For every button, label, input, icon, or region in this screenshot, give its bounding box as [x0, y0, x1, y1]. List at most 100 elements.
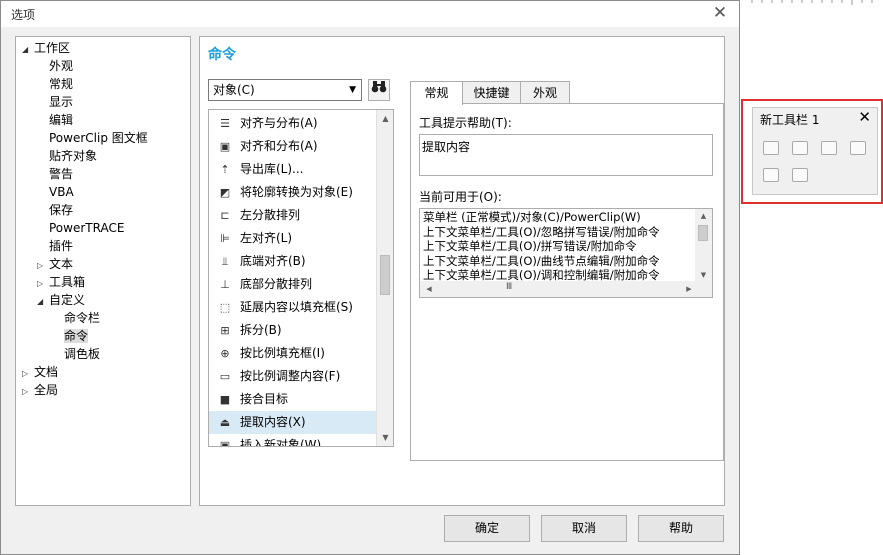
- toolbar-icon-1[interactable]: [763, 141, 779, 155]
- tree-item[interactable]: 常规: [37, 75, 73, 93]
- available-in-item[interactable]: 上下文菜单栏/工具(O)/拼写错误/附加命令: [423, 239, 637, 254]
- options-tree: ◢ 工作区 外观 常规显示编辑 PowerClip 图文框 贴齐对象 警告 VBA 保存 Powe…: [15, 36, 191, 506]
- command-list-item[interactable]: ⊞ 拆分(B): [209, 319, 377, 342]
- tab-shortcut-keys[interactable]: 快捷键: [462, 81, 521, 104]
- command-list-item[interactable]: ⇡ 导出库(L)...: [209, 158, 377, 181]
- scroll-right-icon[interactable]: ▶: [682, 281, 696, 297]
- tree-item[interactable]: 外观: [37, 57, 73, 75]
- command-label: 接合目标: [240, 392, 289, 406]
- tree-item[interactable]: PowerTRACE: [37, 219, 124, 237]
- tree-item-label: 显示: [49, 95, 74, 109]
- available-in-list[interactable]: 上下文菜单栏/工具(O)/调和控制编辑/附加命令 上下文菜单栏/工具(O)/曲线节…: [419, 208, 713, 298]
- toolbar-icon-5[interactable]: [763, 168, 779, 182]
- toolbar-icon-3[interactable]: [821, 141, 837, 155]
- command-label: 左对齐(L): [240, 231, 293, 245]
- tab-appearance[interactable]: 外观: [520, 81, 570, 104]
- tooltip-help-label: 工具提示帮助(T):: [419, 116, 512, 130]
- tree-item-label: 插件: [49, 239, 74, 253]
- tooltip-help-field[interactable]: 提取内容: [419, 134, 713, 176]
- tree-item[interactable]: VBA: [37, 183, 74, 201]
- scroll-thumb[interactable]: [380, 255, 390, 295]
- expand-arrow-icon[interactable]: ▷: [22, 383, 34, 401]
- command-list: ▣ 插入新对象(W)... ⏏ 提取内容(X) ■ 接合目标 ▭ 按比例调整内容(F) ⊕ 按比例…: [208, 109, 394, 447]
- collapse-arrow-icon[interactable]: ◢: [22, 41, 34, 59]
- scroll-left-icon[interactable]: ◀: [422, 281, 436, 297]
- scroll-up-icon[interactable]: ▲: [377, 110, 393, 127]
- fill-frame-proportional-icon: ⊕: [220, 347, 230, 360]
- tree-item[interactable]: ▷ 文本: [37, 255, 73, 273]
- command-list-item[interactable]: ▣ 插入新对象(W)...: [209, 434, 377, 447]
- scroll-down-icon[interactable]: ▼: [695, 268, 712, 282]
- command-list-item[interactable]: ⊕ 按比例填充框(I): [209, 342, 377, 365]
- tree-item-label: VBA: [49, 185, 74, 199]
- available-vscrollbar[interactable]: ▲ ▼: [695, 209, 712, 282]
- insert-new-object-icon: ▣: [219, 439, 231, 447]
- scroll-grip-icon[interactable]: Ⅲ: [506, 282, 512, 292]
- command-list-item[interactable]: ⏏ 提取内容(X): [209, 411, 377, 434]
- page-title: 命令: [208, 47, 236, 63]
- available-in-item[interactable]: 上下文菜单栏/工具(O)/忽略拼写错误/附加命令: [423, 225, 660, 240]
- command-list-item[interactable]: ⊏ 左分散排列: [209, 204, 377, 227]
- align-left-icon: ⊫: [220, 232, 230, 245]
- command-label: 左分散排列: [240, 208, 301, 222]
- tree-item[interactable]: 警告: [37, 165, 73, 183]
- tree-item-label: 工具箱: [49, 275, 86, 289]
- align-distribute-icon: ☰: [220, 117, 230, 130]
- chevron-down-icon: ▼: [349, 85, 356, 95]
- tree-item[interactable]: PowerClip 图文框: [37, 129, 148, 147]
- tree-item-label: 保存: [49, 203, 74, 217]
- binoculars-icon[interactable]: [368, 79, 390, 101]
- command-list-item[interactable]: ▣ 对齐和分布(A): [209, 135, 377, 158]
- tree-item[interactable]: 调色板: [52, 345, 100, 363]
- scroll-down-icon[interactable]: ▼: [377, 429, 393, 446]
- tree-item-label: 文档: [34, 365, 59, 379]
- help-button[interactable]: 帮助: [638, 515, 724, 542]
- tree-item[interactable]: 显示: [37, 93, 73, 111]
- tree-item[interactable]: ▷ 全局: [22, 381, 58, 399]
- tab-general-content: 工具提示帮助(T): 提取内容 当前可用于(O): 上下文菜单栏/工具(O)/调…: [410, 103, 724, 461]
- tree-item[interactable]: ▷ 文档: [22, 363, 58, 381]
- toolbar-icon-6[interactable]: [792, 168, 808, 182]
- tree-item-label: 命令栏: [64, 311, 101, 325]
- close-icon[interactable]: ✕: [858, 108, 871, 126]
- align-distribute-add-icon: ▣: [219, 140, 231, 153]
- command-list-item[interactable]: ☰ 对齐与分布(A): [209, 112, 377, 135]
- scroll-thumb[interactable]: [698, 225, 708, 241]
- tree-item[interactable]: 命令栏: [52, 309, 100, 327]
- ok-button[interactable]: 确定: [444, 515, 530, 542]
- tab-general[interactable]: 常规: [410, 81, 463, 105]
- tree-item[interactable]: ▷ 工具箱: [37, 273, 85, 291]
- tree-item[interactable]: ◢ 工作区: [22, 39, 70, 57]
- command-list-item[interactable]: ⊥ 底部分散排列: [209, 273, 377, 296]
- command-list-item[interactable]: ⬚ 延展内容以填充框(S): [209, 296, 377, 319]
- toolbar-icon-4[interactable]: [850, 141, 866, 155]
- command-list-item[interactable]: ⫫ 底端对齐(B): [209, 250, 377, 273]
- command-list-item[interactable]: ▭ 按比例调整内容(F): [209, 365, 377, 388]
- command-category-dropdown[interactable]: 对象(C) ▼: [208, 79, 362, 101]
- tree-item[interactable]: ◢ 自定义: [37, 291, 85, 309]
- tree-item[interactable]: 编辑: [37, 111, 73, 129]
- command-label: 导出库(L)...: [240, 162, 304, 176]
- tree-item-label: 文本: [49, 257, 74, 271]
- close-icon[interactable]: ✕: [711, 3, 729, 23]
- tree-item[interactable]: 命令: [52, 327, 89, 345]
- command-label: 延展内容以填充框(S): [240, 300, 353, 314]
- scroll-up-icon[interactable]: ▲: [695, 209, 712, 223]
- command-list-scrollbar[interactable]: ▲ ▼: [376, 110, 393, 446]
- toolbar-icon-2[interactable]: [792, 141, 808, 155]
- export-library-icon: ⇡: [220, 163, 230, 176]
- new-toolbar-window[interactable]: 新工具栏 1 ✕: [752, 107, 878, 195]
- tree-item[interactable]: 保存: [37, 201, 73, 219]
- tree-item[interactable]: 插件: [37, 237, 73, 255]
- tree-item[interactable]: 贴齐对象: [37, 147, 97, 165]
- cancel-button[interactable]: 取消: [541, 515, 627, 542]
- command-list-item[interactable]: ■ 接合目标: [209, 388, 377, 411]
- available-hscrollbar[interactable]: ◀ Ⅲ ▶: [420, 281, 712, 297]
- fit-content-proportional-icon: ▭: [219, 370, 231, 383]
- tree-item-label: PowerTRACE: [49, 221, 125, 235]
- collapse-arrow-icon[interactable]: ◢: [37, 293, 49, 311]
- available-in-item[interactable]: 上下文菜单栏/工具(O)/曲线节点编辑/附加命令: [423, 254, 660, 269]
- command-list-item[interactable]: ⊫ 左对齐(L): [209, 227, 377, 250]
- available-in-item[interactable]: 菜单栏 (正常模式)/对象(C)/PowerClip(W): [423, 210, 641, 225]
- command-list-item[interactable]: ◩ 将轮廓转换为对象(E): [209, 181, 377, 204]
